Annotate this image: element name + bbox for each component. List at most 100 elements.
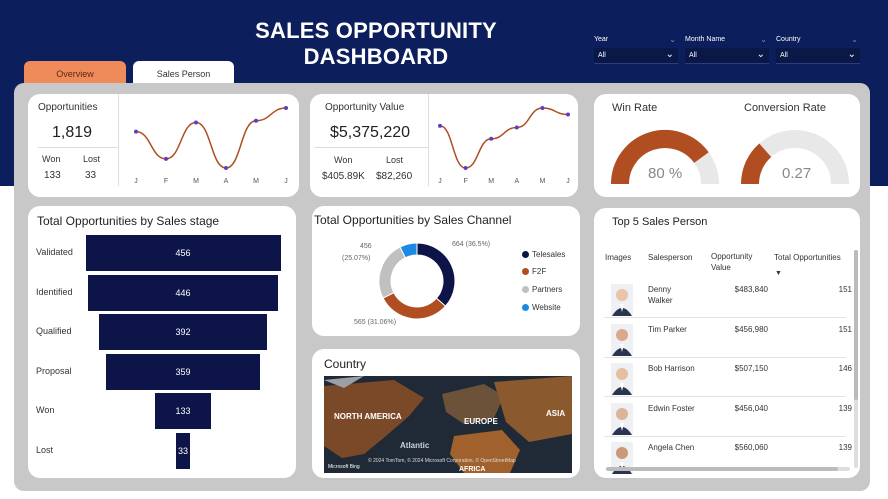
legend-website-swatch <box>522 304 529 311</box>
top5-header-salesperson: Salesperson <box>648 253 693 262</box>
line-point[interactable] <box>254 118 258 123</box>
map-label-africa: AFRICA <box>459 466 485 473</box>
opportunities-lost-value: 33 <box>85 170 97 181</box>
top5-horizontal-scrollbar[interactable] <box>606 467 850 471</box>
top5-vertical-scrollbar[interactable] <box>854 250 858 468</box>
opportunity-value-cell: $560,060 <box>734 443 768 452</box>
donut-label-partners-pct: (25.07%) <box>342 255 371 262</box>
avatar-photo <box>611 323 633 356</box>
map-label-north-america: NORTH AMERICA <box>334 412 402 421</box>
funnel-stage-label: Identified <box>36 286 73 297</box>
x-tick-label: J <box>566 178 570 185</box>
opportunities-points <box>134 106 288 170</box>
legend-f2f: F2F <box>522 267 546 276</box>
avatar-photo <box>611 363 633 395</box>
top5-title: Top 5 Sales Person <box>612 216 708 228</box>
line-point[interactable] <box>540 106 545 110</box>
funnel-stage-label: Proposal <box>36 365 72 376</box>
conversion-rate-title: Conversion Rate <box>744 102 826 114</box>
filter-country[interactable]: Country ⌄ All ⌄ <box>776 35 860 64</box>
funnel-bar[interactable]: 392 <box>99 314 267 350</box>
funnel-stage-label: Won <box>36 405 55 415</box>
opportunity-value-amount: $5,375,220 <box>330 124 411 141</box>
table-row[interactable]: Tim Parker $456,980 151 <box>594 319 854 358</box>
x-tick-label: J <box>134 178 138 185</box>
donut-segment-telesales[interactable] <box>416 242 456 307</box>
world-map: NORTH AMERICA EUROPE ASIA Atlantic AFRIC… <box>324 376 572 473</box>
salesperson-name: Bob Harrison <box>648 364 695 373</box>
chevron-down-icon: ⌄ <box>760 35 767 44</box>
total-opportunities-cell: 151 <box>838 324 852 334</box>
opportunity-value-cell: $483,840 <box>734 285 768 294</box>
line-point[interactable] <box>463 166 468 170</box>
line-point[interactable] <box>438 123 442 128</box>
opportunities-x-ticks: JFMAMJ <box>134 178 288 185</box>
donut-label-telesales: 664 (36.5%) <box>452 241 491 248</box>
line-point[interactable] <box>194 120 198 125</box>
funnel-bar[interactable]: 446 <box>87 274 279 311</box>
opportunity-value-cell: $456,040 <box>734 403 768 413</box>
avatar <box>611 363 633 395</box>
legend-f2f-label: F2F <box>532 267 547 276</box>
salesperson-name: Denny <box>648 285 672 294</box>
line-point[interactable] <box>284 106 288 110</box>
conversion-rate-value: 0.27 <box>782 165 812 182</box>
x-tick-label: J <box>284 178 288 185</box>
opportunity-value-x-ticks: JFMAMJ <box>438 178 570 185</box>
line-point[interactable] <box>224 166 228 170</box>
filter-month[interactable]: Month Name ⌄ All ⌄ <box>685 35 769 64</box>
opportunities-trend-line <box>135 107 287 169</box>
sort-descending-icon[interactable]: ▼ <box>775 268 782 279</box>
map-label-europe: EUROPE <box>464 417 498 426</box>
country-map-card: Country NORTH AMERICA EUROPE ASIA Atlant… <box>312 349 580 478</box>
line-point[interactable] <box>566 112 570 117</box>
funnel-bar[interactable]: 359 <box>106 353 260 390</box>
line-point[interactable] <box>164 156 168 161</box>
total-opportunities-cell: 139 <box>838 443 852 452</box>
sales-channel-title: Total Opportunities by Sales Channel <box>314 213 512 227</box>
sales-stage-title: Total Opportunities by Sales stage <box>37 214 220 228</box>
donut-segment-f2f[interactable] <box>382 292 447 320</box>
filter-year[interactable]: Year ⌄ All ⌄ <box>594 35 678 64</box>
legend-f2f-swatch <box>522 268 529 275</box>
filter-month-label: Month Name <box>685 36 726 43</box>
top5-header-value-2: Value <box>711 263 731 272</box>
line-point[interactable] <box>489 136 494 141</box>
top5-horizontal-scroll-thumb[interactable] <box>606 467 838 471</box>
funnel-bar[interactable]: 133 <box>154 393 212 429</box>
salesperson-name: Edwin Foster <box>648 403 695 413</box>
funnel-bar[interactable]: 456 <box>85 235 281 271</box>
donut-segment-partners[interactable] <box>378 246 407 299</box>
country-select[interactable]: All ⌄ <box>776 48 860 64</box>
tab-overview[interactable]: Overview <box>24 61 126 85</box>
filter-country-label: Country <box>776 36 801 43</box>
funnel-bar[interactable]: 33 <box>175 432 191 469</box>
year-select[interactable]: All ⌄ <box>594 48 678 64</box>
table-row[interactable]: Bob Harrison $507,150 146 <box>594 358 854 397</box>
x-tick-label: F <box>463 178 467 185</box>
table-row[interactable]: Denny Walker $483,840 151 <box>594 279 854 318</box>
tab-sales-person[interactable]: Sales Person <box>133 61 234 85</box>
opportunities-value: 1,819 <box>52 124 93 141</box>
opportunity-value-card: Opportunity Value $5,375,220 Won Lost $4… <box>310 94 578 197</box>
total-opportunities-cell: 151 <box>838 285 852 294</box>
opportunity-value-trend-chart: JFMAMJ <box>438 106 570 185</box>
top5-vertical-scroll-thumb[interactable] <box>854 250 858 400</box>
top5-header-total[interactable]: Total Opportunities <box>774 252 841 263</box>
country-title: Country <box>324 357 367 371</box>
opportunities-card: Opportunities 1,819 Won Lost 133 33 J F M A… <box>28 94 299 197</box>
total-opportunities-cell: 146 <box>838 364 852 373</box>
month-select-value: All <box>689 52 697 59</box>
opportunity-value-lost-value: $82,260 <box>376 171 413 182</box>
table-row[interactable]: Edwin Foster $456,040 139 <box>594 398 854 437</box>
legend-partners-label: Partners <box>532 285 563 294</box>
line-point[interactable] <box>134 129 138 134</box>
country-map[interactable]: NORTH AMERICA EUROPE ASIA Atlantic AFRIC… <box>324 376 572 473</box>
month-select[interactable]: All ⌄ <box>685 48 769 64</box>
legend-telesales-label: Telesales <box>532 250 566 259</box>
funnel-stage-label: Qualified <box>36 326 72 336</box>
line-point[interactable] <box>514 125 519 130</box>
top5-header-images: Images <box>605 253 632 262</box>
opportunities-won-label: Won <box>42 154 61 164</box>
opportunities-lost-label: Lost <box>83 154 101 164</box>
